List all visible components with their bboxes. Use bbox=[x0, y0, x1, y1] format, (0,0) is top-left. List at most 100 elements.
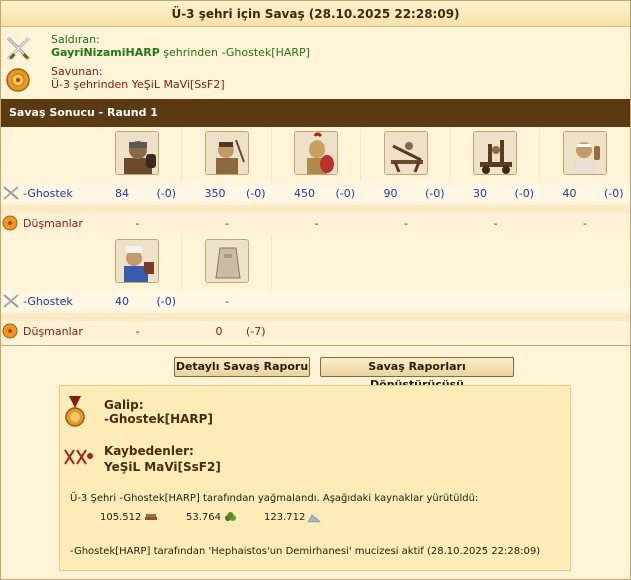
unit-cell bbox=[272, 127, 361, 181]
unit-block-2: -Ghostek 40 (-0) - Düşmanlar - 0 (-7) bbox=[1, 235, 630, 345]
count-value: 30 bbox=[473, 187, 487, 200]
unit-cell bbox=[183, 235, 272, 289]
loot-text: Ü-3 Şehri -Ghostek[HARP] tarafından yağm… bbox=[70, 493, 479, 504]
defender-row: Düşmanlar - - - - - - bbox=[1, 213, 630, 233]
attacker-row: -Ghostek 40 (-0) - bbox=[1, 291, 630, 311]
attacker-player-link[interactable]: GayriNizamiHARP bbox=[51, 46, 160, 59]
wood-icon bbox=[144, 513, 158, 526]
ballista-icon bbox=[383, 131, 428, 175]
losers-icon bbox=[62, 446, 94, 471]
divider bbox=[1, 345, 630, 346]
crossed-swords-icon bbox=[5, 35, 31, 61]
round-header: Savaş Sonucu - Raund 1 bbox=[1, 99, 630, 127]
defender-city-text: Ü-3 şehrinden YeŞiL MaVi[SsF2] bbox=[51, 78, 225, 91]
defender-label: Savunan: bbox=[51, 65, 103, 78]
attacker-count: 40 (-0) bbox=[93, 295, 182, 309]
defender-row-label: Düşmanlar bbox=[23, 217, 83, 230]
losers-title: Kaybedenler: bbox=[104, 444, 194, 458]
unit-cell bbox=[183, 127, 272, 181]
attacker-count: 450 (-0) bbox=[272, 187, 361, 201]
hoplite-icon bbox=[115, 131, 159, 175]
slinger-icon bbox=[204, 131, 249, 175]
attacker-row-label[interactable]: -Ghostek bbox=[23, 295, 73, 308]
battle-result-panel: Galip: -Ghostek[HARP] Kaybedenler: YeŞiL… bbox=[59, 385, 571, 571]
winner-title: Galip: bbox=[104, 398, 144, 412]
count-value: 450 bbox=[294, 187, 315, 200]
attacker-info: Saldıran: GayriNizamiHARP şehrinden -Gho… bbox=[5, 33, 625, 67]
unit-cell bbox=[362, 127, 451, 181]
detailed-report-button[interactable]: Detaylı Savaş Raporu bbox=[174, 357, 310, 377]
defender-count: - bbox=[451, 217, 540, 231]
count-value: - bbox=[493, 217, 498, 230]
winner-name[interactable]: -Ghostek[HARP] bbox=[104, 412, 213, 426]
defender-count: 0 (-7) bbox=[183, 325, 272, 339]
count-value: 90 bbox=[383, 187, 398, 200]
medal-icon bbox=[64, 396, 86, 433]
attacker-count: 350 (-0) bbox=[183, 187, 272, 201]
count-value: 350 bbox=[204, 187, 226, 200]
count-value: 40 bbox=[115, 295, 129, 308]
losers-name[interactable]: YeŞiL MaVi[SsF2] bbox=[104, 460, 221, 474]
count-value: - bbox=[135, 325, 140, 338]
defender-count: - bbox=[183, 217, 272, 231]
crossed-swords-icon bbox=[2, 185, 20, 201]
unit-cell bbox=[451, 127, 540, 181]
attacker-count: 40 (-0) bbox=[541, 187, 630, 201]
count-value: - bbox=[314, 217, 319, 230]
unit-cell bbox=[93, 235, 182, 289]
loss-value: (-0) bbox=[245, 187, 266, 200]
resource-wine-value: 53.764 bbox=[186, 512, 221, 523]
defender-info: Savunan: Ü-3 şehrinden YeŞiL MaVi[SsF2] bbox=[5, 65, 625, 99]
defender-count: - bbox=[93, 325, 182, 339]
loss-value: (-0) bbox=[156, 295, 176, 308]
phalanx-icon bbox=[294, 131, 338, 175]
attacker-city-text: şehrinden -Ghostek[HARP] bbox=[163, 46, 310, 59]
crossed-swords-icon bbox=[2, 293, 20, 309]
loss-value: (-7) bbox=[245, 325, 266, 338]
catapult-icon bbox=[473, 131, 517, 175]
doctor-icon bbox=[562, 131, 607, 175]
shield-icon bbox=[2, 215, 20, 231]
resource-wood-value: 105.512 bbox=[100, 512, 142, 523]
attacker-label: Saldıran: bbox=[51, 33, 100, 46]
defender-count: - bbox=[93, 217, 182, 231]
unit-cell bbox=[541, 127, 630, 181]
report-converter-button[interactable]: Savaş Raporları Dönüştürücüsü bbox=[320, 357, 514, 391]
defender-count: - bbox=[362, 217, 451, 231]
loss-value: (-0) bbox=[156, 187, 176, 200]
attacker-count: - bbox=[183, 295, 272, 309]
loss-value: (-0) bbox=[335, 187, 355, 200]
count-value: 84 bbox=[115, 187, 129, 200]
attacker-count: 90 (-0) bbox=[362, 187, 451, 201]
count-value: - bbox=[404, 217, 408, 230]
defender-row-label: Düşmanlar bbox=[23, 325, 83, 338]
battle-report-window: Ü-3 şehri için Savaş (28.10.2025 22:28:0… bbox=[0, 0, 631, 580]
loss-value: (-0) bbox=[603, 187, 624, 200]
miracle-text: -Ghostek[HARP] tarafından 'Hephaistos'un… bbox=[70, 546, 541, 557]
defender-count: - bbox=[272, 217, 361, 231]
marble-icon bbox=[307, 513, 321, 526]
wall-icon bbox=[204, 239, 249, 283]
page-title: Ü-3 şehri için Savaş (28.10.2025 22:28:0… bbox=[1, 1, 630, 27]
attacker-value: GayriNizamiHARP şehrinden -Ghostek[HARP] bbox=[51, 46, 310, 59]
defender-row: Düşmanlar - 0 (-7) bbox=[1, 321, 630, 341]
resource-marble-value: 123.712 bbox=[264, 512, 306, 523]
count-value: - bbox=[135, 217, 140, 230]
cook-icon bbox=[115, 239, 159, 283]
attacker-count: 30 (-0) bbox=[451, 187, 540, 201]
count-value: 0 bbox=[215, 325, 223, 338]
count-value: - bbox=[225, 217, 229, 230]
count-value: - bbox=[583, 217, 587, 230]
row-separator bbox=[1, 313, 630, 321]
loss-value: (-0) bbox=[514, 187, 534, 200]
attacker-count: 84 (-0) bbox=[93, 187, 182, 201]
wine-icon bbox=[224, 512, 238, 526]
attacker-row: -Ghostek 84 (-0) 350 (-0) 450 (-0) 90 (-0) 30 (-0… bbox=[1, 183, 630, 203]
defender-count: - bbox=[541, 217, 630, 231]
row-separator bbox=[1, 205, 630, 213]
count-value: - bbox=[225, 295, 229, 308]
attacker-row-label[interactable]: -Ghostek bbox=[23, 187, 73, 200]
unit-cell bbox=[93, 127, 182, 181]
count-value: 40 bbox=[562, 187, 577, 200]
shield-icon bbox=[5, 67, 30, 92]
